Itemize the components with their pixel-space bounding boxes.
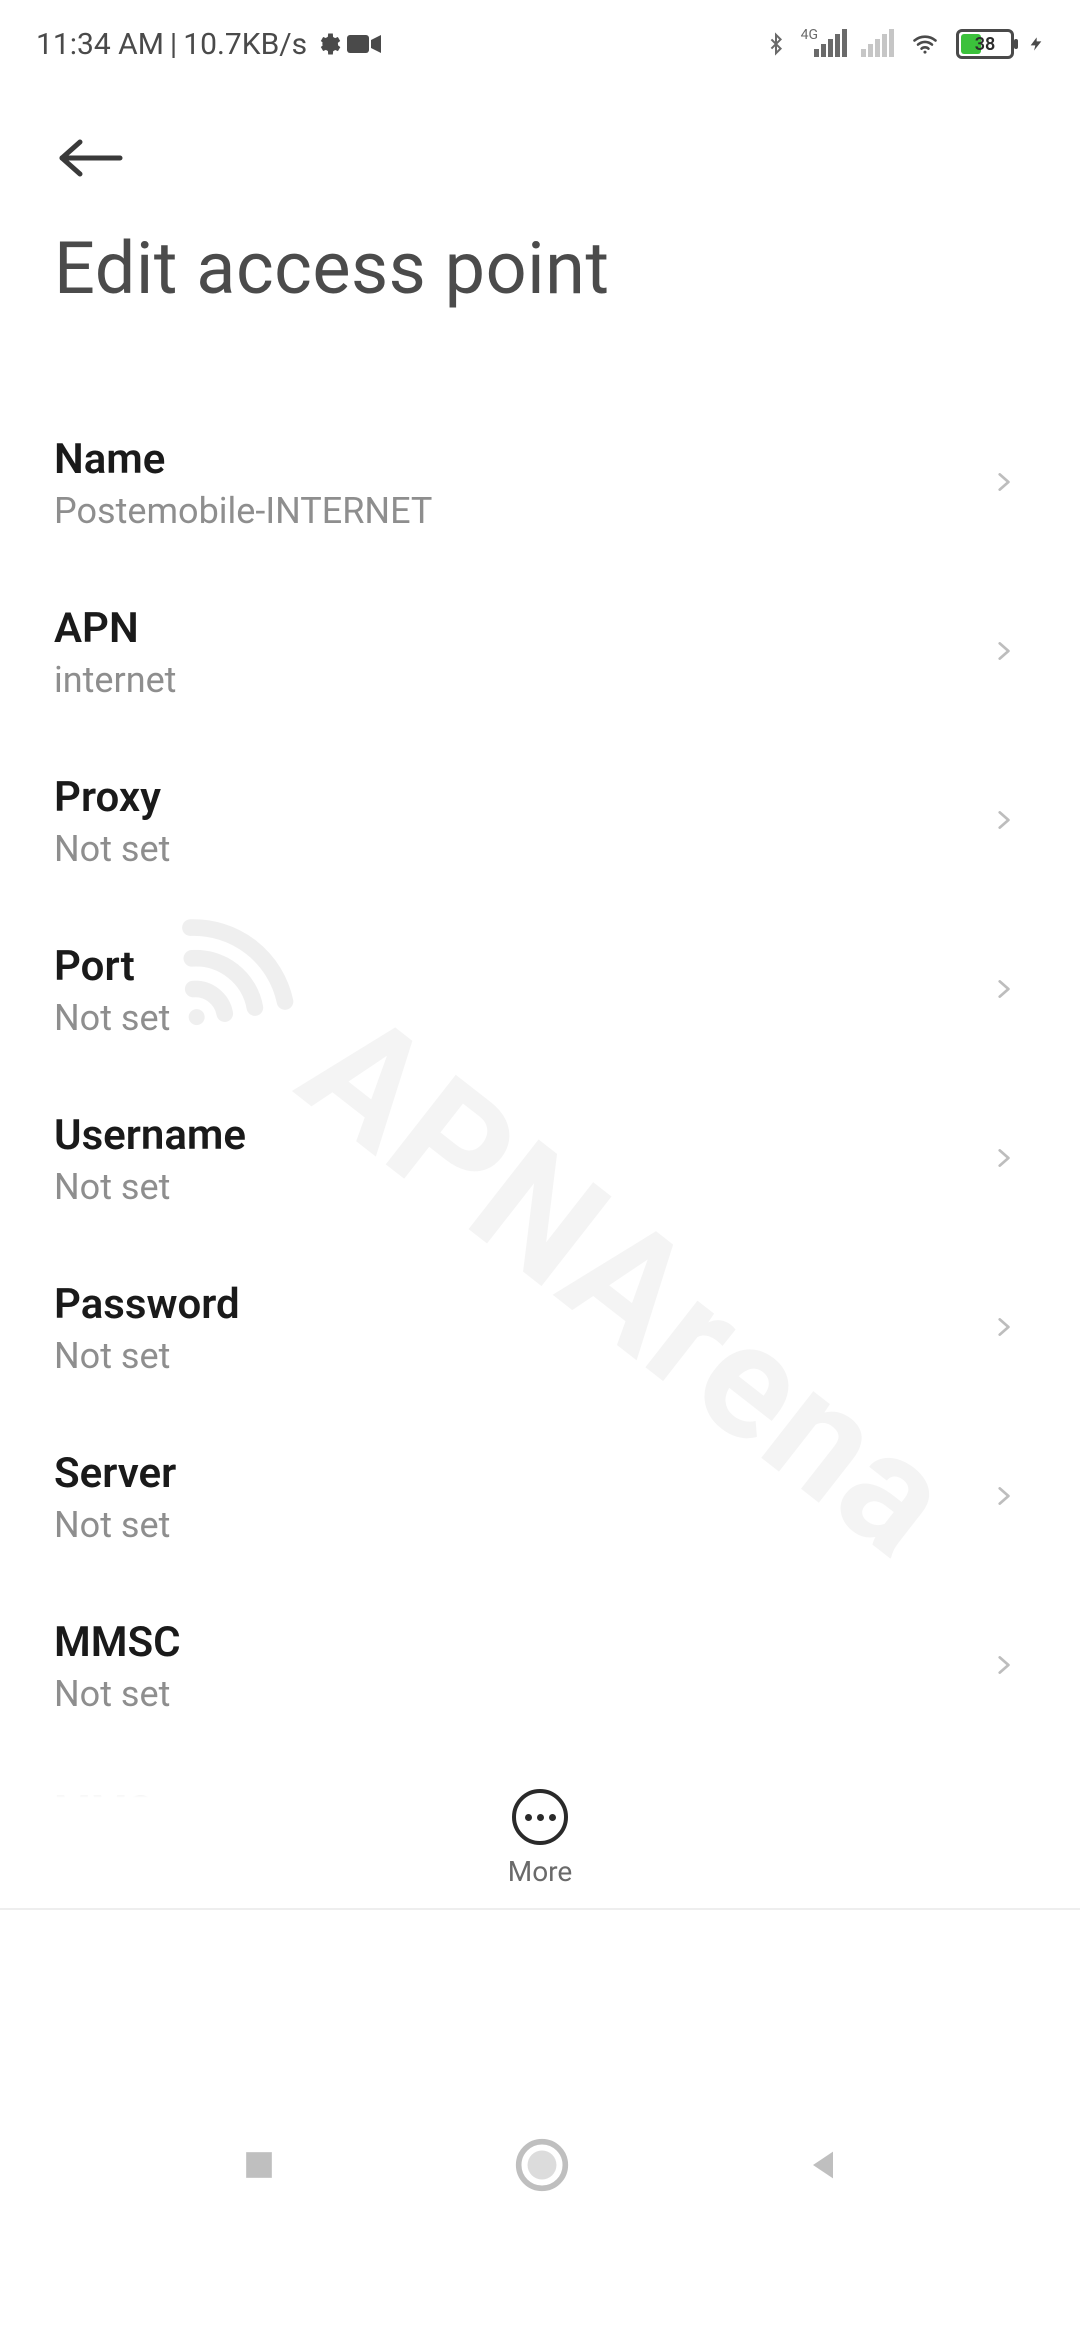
square-icon — [237, 2143, 281, 2187]
setting-value: Not set — [54, 828, 170, 870]
more-label: More — [508, 1855, 573, 1888]
chevron-right-icon — [990, 1475, 1016, 1521]
setting-value: Not set — [54, 1335, 240, 1377]
chevron-right-icon — [990, 630, 1016, 676]
chevron-right-icon — [990, 968, 1016, 1014]
gear-icon — [313, 30, 341, 58]
page-title: Edit access point — [54, 226, 1026, 311]
bluetooth-icon — [765, 27, 787, 61]
network-type-label: 4G — [801, 27, 818, 43]
back-button[interactable] — [54, 132, 134, 184]
battery-percent: 38 — [959, 32, 1011, 56]
nav-recents-button[interactable] — [237, 2143, 281, 2187]
charging-bolt-icon — [1028, 29, 1044, 59]
nav-home-button[interactable] — [514, 2137, 570, 2193]
setting-label: Name — [54, 435, 432, 484]
setting-label: APN — [54, 604, 176, 653]
chevron-right-icon — [990, 1644, 1016, 1690]
setting-value: Not set — [54, 1504, 176, 1546]
wifi-icon — [908, 30, 942, 58]
setting-row-apn[interactable]: APN internet — [54, 568, 1026, 737]
setting-row-username[interactable]: Username Not set — [54, 1075, 1026, 1244]
triangle-left-icon — [803, 2143, 843, 2187]
more-button[interactable]: More — [508, 1789, 573, 1888]
chevron-right-icon — [990, 461, 1016, 507]
status-separator: | — [170, 27, 177, 62]
nav-back-button[interactable] — [803, 2143, 843, 2187]
setting-value: internet — [54, 659, 176, 701]
status-time: 11:34 AM — [36, 27, 164, 62]
setting-value: Not set — [54, 1166, 246, 1208]
setting-label: Password — [54, 1280, 240, 1329]
signal-sim1-icon — [814, 31, 847, 57]
arrow-left-icon — [54, 137, 126, 179]
battery-icon: 38 — [956, 29, 1014, 59]
setting-label: Port — [54, 942, 170, 991]
setting-label: MMSC — [54, 1618, 181, 1667]
setting-value: Not set — [54, 1673, 181, 1715]
setting-row-mmsc[interactable]: MMSC Not set — [54, 1582, 1026, 1751]
status-bar: 11:34 AM | 10.7KB/s 4G 38 — [0, 0, 1080, 72]
status-data-rate: 10.7KB/s — [183, 27, 307, 62]
chevron-right-icon — [990, 799, 1016, 845]
more-icon — [512, 1789, 568, 1845]
action-bar: More — [0, 1750, 1080, 1910]
chevron-right-icon — [990, 1306, 1016, 1352]
app-body: Edit access point Name Postemobile-INTER… — [0, 72, 1080, 1920]
setting-value: Not set — [54, 997, 170, 1039]
setting-label: Server — [54, 1449, 176, 1498]
circle-icon — [514, 2137, 570, 2193]
setting-row-port[interactable]: Port Not set — [54, 906, 1026, 1075]
setting-row-password[interactable]: Password Not set — [54, 1244, 1026, 1413]
camera-icon — [347, 32, 381, 56]
signal-sim2-icon — [861, 31, 894, 57]
system-nav-bar — [0, 2080, 1080, 2250]
setting-label: Proxy — [54, 773, 170, 822]
setting-row-server[interactable]: Server Not set — [54, 1413, 1026, 1582]
chevron-right-icon — [990, 1137, 1016, 1183]
settings-list: Name Postemobile-INTERNET APN internet P… — [54, 399, 1026, 1920]
setting-value: Postemobile-INTERNET — [54, 490, 432, 532]
setting-row-proxy[interactable]: Proxy Not set — [54, 737, 1026, 906]
setting-row-name[interactable]: Name Postemobile-INTERNET — [54, 399, 1026, 568]
setting-label: Username — [54, 1111, 246, 1160]
